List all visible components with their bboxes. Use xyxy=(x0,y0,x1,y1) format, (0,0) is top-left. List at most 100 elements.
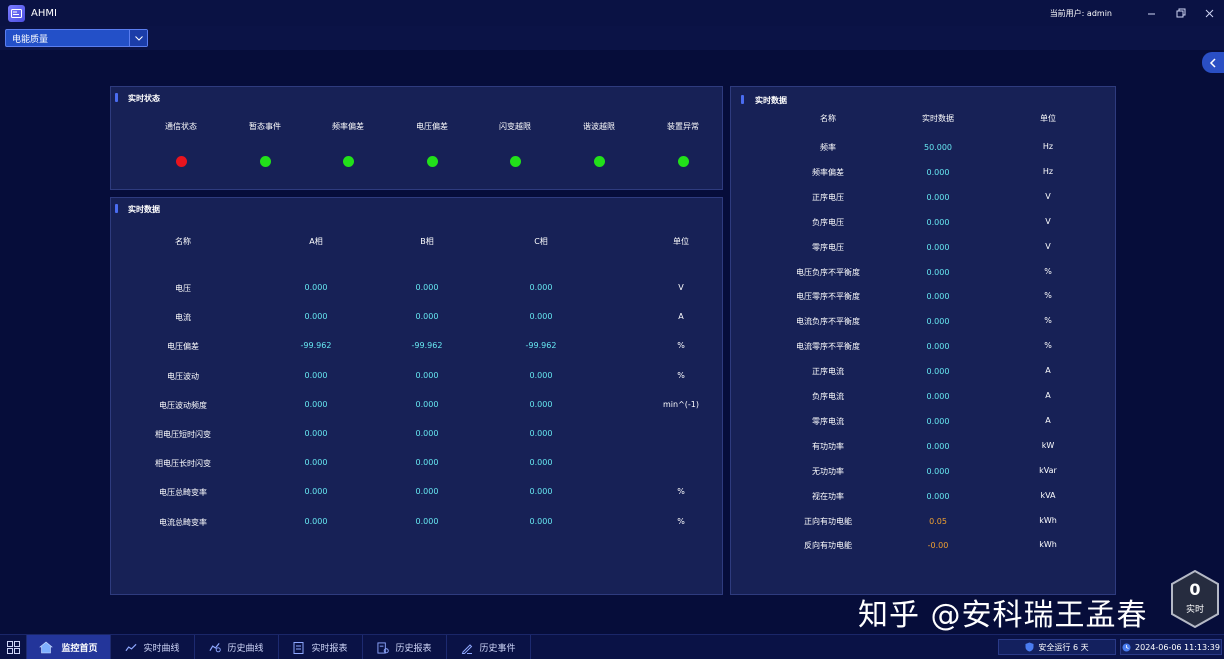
close-button[interactable] xyxy=(1200,4,1218,22)
status-indicator-dot xyxy=(259,156,271,167)
row-unit: V xyxy=(1045,191,1051,201)
badge-label: 实时 xyxy=(1185,605,1204,615)
realtime-value: 50.000 xyxy=(924,143,952,152)
status-label: 装置异常 xyxy=(667,122,699,131)
row-unit: V xyxy=(1045,241,1051,251)
phase-b-value: 0.000 xyxy=(415,487,439,497)
phase-b-value: 0.000 xyxy=(415,429,439,438)
row-unit: % xyxy=(1044,291,1052,301)
realtime-value: 0.000 xyxy=(926,317,950,327)
nav-item-home[interactable]: 监控首页 xyxy=(27,635,111,659)
nav-item-label: 监控首页 xyxy=(61,644,98,654)
nav-item-history-report[interactable]: 历史报表 xyxy=(363,635,447,659)
nav-item-report[interactable]: 实时报表 xyxy=(279,635,363,659)
realtime-value: 0.000 xyxy=(926,392,950,401)
chevron-down-icon[interactable] xyxy=(129,30,147,46)
phase-a-value: 0.000 xyxy=(304,429,328,438)
row-name: 正序电流 xyxy=(812,367,844,377)
phase-c-value: 0.000 xyxy=(529,283,553,292)
row-unit: kWh xyxy=(1039,540,1057,550)
home-icon xyxy=(39,640,55,656)
panel-title: 实时数据 xyxy=(755,96,787,105)
phase-a-value: 0.000 xyxy=(304,399,328,409)
datetime-indicator: 2024-06-06 11:13:39 xyxy=(1120,639,1222,655)
realtime-value: 0.000 xyxy=(926,466,950,476)
phase-c-value: 0.000 xyxy=(529,458,553,468)
toolbar: 电能质量 xyxy=(0,26,1224,50)
trend-icon xyxy=(125,642,137,654)
row-name: 频率偏差 xyxy=(812,167,844,177)
phase-b-value: 0.000 xyxy=(415,458,439,468)
phase-c-value: 0.000 xyxy=(529,487,553,497)
realtime-value: 0.000 xyxy=(926,441,950,451)
row-name: 电流负序不平衡度 xyxy=(796,317,860,327)
realtime-value: 0.000 xyxy=(926,367,950,377)
row-name: 相电压长时闪变 xyxy=(155,459,211,469)
status-label: 电压偏差 xyxy=(416,122,448,131)
column-header: B相 xyxy=(420,237,434,246)
module-select[interactable]: 电能质量 xyxy=(5,29,148,47)
column-header: 名称 xyxy=(820,114,836,123)
column-header: 名称 xyxy=(175,237,191,246)
title-bar: AHMI 当前用户: admin xyxy=(0,0,1224,26)
realtime-value: 0.000 xyxy=(926,192,950,202)
row-name: 视在功率 xyxy=(812,491,844,501)
clock-icon xyxy=(1122,643,1131,651)
nav-item-event[interactable]: 历史事件 xyxy=(447,635,531,659)
row-name: 相电压短时闪变 xyxy=(155,430,211,439)
nav-item-history-trend[interactable]: 历史曲线 xyxy=(195,635,279,659)
app-title: AHMI xyxy=(31,7,57,19)
realtime-value: 0.000 xyxy=(926,267,950,277)
phase-a-value: -99.962 xyxy=(300,341,332,351)
row-unit: V xyxy=(1045,216,1051,226)
realtime-value: 0.000 xyxy=(926,292,950,302)
apps-menu-button[interactable] xyxy=(0,635,27,659)
panel-marker xyxy=(115,93,118,102)
row-name: 有功功率 xyxy=(812,441,844,451)
nav-item-label: 历史曲线 xyxy=(227,644,264,654)
row-unit: % xyxy=(677,370,685,380)
phase-data-panel: 实时数据 名称 A相 B相 C相 单位 电压 0.000 0.000 0.000 V 电流 0.000… xyxy=(110,197,723,595)
status-label: 暂态事件 xyxy=(249,122,281,131)
restore-button[interactable] xyxy=(1172,4,1190,22)
nav-item-label: 实时曲线 xyxy=(143,644,180,654)
row-name: 反向有功电能 xyxy=(804,541,852,551)
row-name: 频率 xyxy=(820,143,836,152)
phase-c-value: 0.000 xyxy=(529,429,553,438)
row-name: 电压波动频度 xyxy=(159,400,207,410)
status-label: 谐波越限 xyxy=(583,122,615,131)
row-unit: A xyxy=(1045,366,1051,376)
row-name: 电流总畸变率 xyxy=(159,517,207,527)
report-icon xyxy=(293,641,305,654)
phase-b-value: 0.000 xyxy=(415,283,439,292)
row-name: 电流零序不平衡度 xyxy=(796,342,860,352)
row-unit: Hz xyxy=(1042,166,1054,176)
history-report-icon xyxy=(377,641,390,654)
realtime-value: 0.000 xyxy=(926,342,950,352)
row-unit: A xyxy=(1045,415,1051,425)
status-label: 通信状态 xyxy=(165,122,197,131)
row-unit: kWh xyxy=(1039,515,1057,525)
phase-a-value: 0.000 xyxy=(304,487,328,497)
status-indicator-dot xyxy=(593,156,605,167)
row-unit: V xyxy=(678,283,684,292)
phase-a-value: 0.000 xyxy=(304,458,328,468)
event-icon xyxy=(461,642,473,654)
row-unit: kVA xyxy=(1040,490,1056,500)
row-unit: A xyxy=(678,312,684,322)
collapse-panel-button[interactable] xyxy=(1202,52,1224,73)
row-unit: Hz xyxy=(1042,142,1054,151)
phase-b-value: -99.962 xyxy=(411,341,443,351)
status-label: 频率偏差 xyxy=(332,122,364,131)
nav-item-label: 实时报表 xyxy=(311,644,348,654)
shield-icon xyxy=(1025,642,1034,652)
row-unit: % xyxy=(677,487,685,497)
column-header: 实时数据 xyxy=(922,114,954,123)
current-user-label: 当前用户: admin xyxy=(1049,9,1112,18)
column-header: 单位 xyxy=(673,237,689,246)
row-unit: kVar xyxy=(1039,465,1057,475)
realtime-alarm-badge[interactable]: 0 实时 xyxy=(1170,569,1220,629)
nav-item-trend[interactable]: 实时曲线 xyxy=(111,635,195,659)
minimize-button[interactable] xyxy=(1142,4,1160,22)
row-unit: min^(-1) xyxy=(662,399,699,409)
